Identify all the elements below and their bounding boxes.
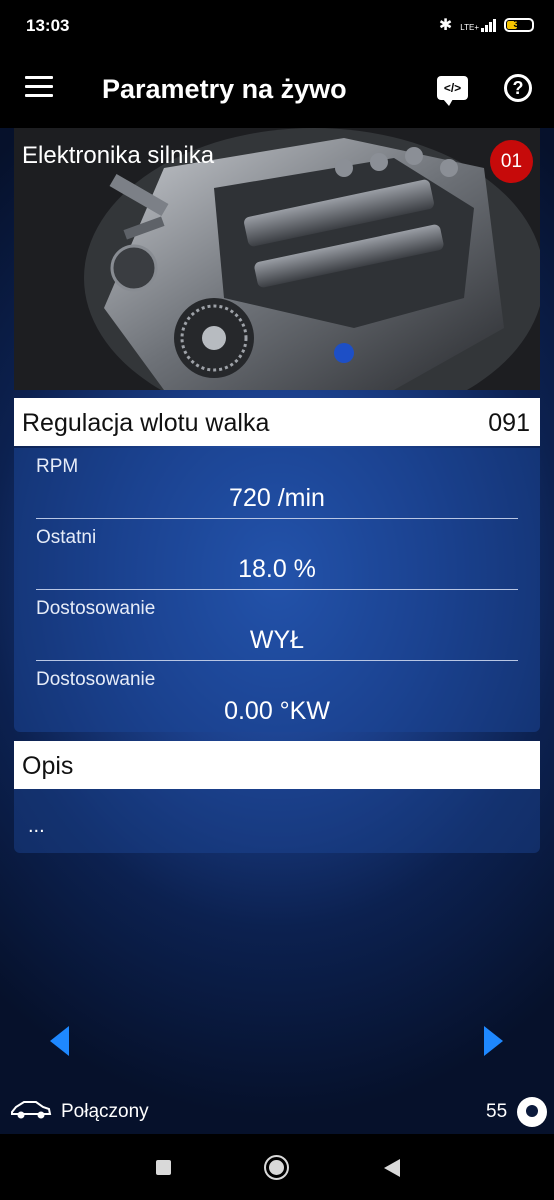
status-icons: ✱ LTE+ 33 xyxy=(439,15,534,35)
signal-icon: LTE+ xyxy=(460,18,496,32)
divider xyxy=(36,660,518,661)
network-type: LTE+ xyxy=(460,23,479,32)
module-card[interactable]: Elektronika silnika 01 xyxy=(14,128,540,390)
connection-status: Połączony xyxy=(61,1101,149,1122)
group-code: 091 xyxy=(488,409,530,437)
param-label: Dostosowanie xyxy=(36,598,156,619)
description-text: ... xyxy=(28,815,45,837)
param-value: WYŁ xyxy=(249,626,305,654)
battery-level: 33 xyxy=(513,19,525,30)
app-bar: Parametry na żywo </> ? xyxy=(0,52,554,128)
module-name: Elektronika silnika xyxy=(22,142,215,169)
group-title: Regulacja wlotu walka xyxy=(22,409,270,437)
battery-icon: 33 xyxy=(504,18,534,32)
param-label: Ostatni xyxy=(36,527,97,548)
divider xyxy=(36,589,518,590)
car-icon xyxy=(11,1101,52,1119)
param-label: RPM xyxy=(36,456,79,477)
sample-count: 55 xyxy=(486,1101,508,1122)
menu-icon[interactable] xyxy=(25,76,53,98)
previous-arrow-icon[interactable] xyxy=(50,1026,69,1056)
param-label: Dostosowanie xyxy=(36,669,156,690)
home-icon[interactable] xyxy=(264,1155,289,1180)
recents-icon[interactable] xyxy=(156,1160,171,1175)
speed-icon[interactable] xyxy=(517,1097,547,1127)
next-arrow-icon[interactable] xyxy=(484,1026,503,1056)
param-value: 18.0 % xyxy=(238,555,316,583)
system-nav-bar xyxy=(0,1134,554,1200)
status-bar: 13:03 ✱ LTE+ 33 xyxy=(0,0,554,52)
code-chat-icon[interactable]: </> xyxy=(437,76,468,106)
help-icon[interactable]: ? xyxy=(504,74,532,102)
param-value: 720 /min xyxy=(229,484,325,512)
footer: Połączony 55 xyxy=(0,1090,554,1134)
description-header: Opis xyxy=(14,741,540,789)
divider xyxy=(36,518,518,519)
description-title: Opis xyxy=(22,752,74,780)
module-badge: 01 xyxy=(490,140,533,183)
params-panel: RPM 720 /min Ostatni 18.0 % Dostosowanie… xyxy=(14,448,540,732)
bluetooth-icon: ✱ xyxy=(438,17,453,34)
page-title: Parametry na żywo xyxy=(102,74,347,104)
param-value: 0.00 °KW xyxy=(224,697,330,725)
description-panel: ... xyxy=(14,789,540,853)
group-header: Regulacja wlotu walka 091 xyxy=(14,398,540,446)
back-icon[interactable] xyxy=(384,1159,400,1177)
status-time: 13:03 xyxy=(26,16,70,35)
